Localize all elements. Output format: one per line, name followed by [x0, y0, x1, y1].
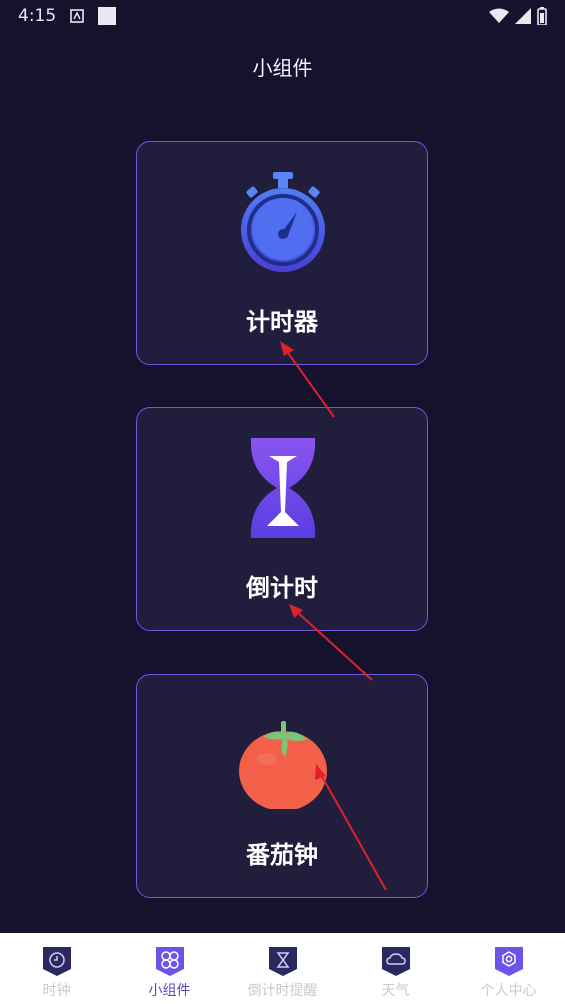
- status-left: 4:15: [18, 6, 117, 26]
- hourglass-icon: [250, 438, 316, 538]
- nav-label-profile: 个人中心: [480, 983, 537, 999]
- nav-item-profile[interactable]: 个人中心: [452, 933, 565, 1004]
- countdown-card[interactable]: 倒计时: [136, 407, 428, 631]
- pomodoro-card[interactable]: 番茄钟: [136, 674, 428, 898]
- stopwatch-icon: [241, 172, 325, 272]
- cloud-icon: [381, 947, 410, 976]
- nav-label-widgets: 小组件: [148, 983, 191, 999]
- battery-icon: [537, 7, 547, 25]
- hourglass-icon: [268, 947, 297, 976]
- bottom-nav: 时钟 小组件 倒计时提醒 天气 个人中心: [0, 933, 565, 1004]
- clock-icon: [42, 947, 71, 976]
- page-title: 小组件: [252, 56, 313, 80]
- nav-item-weather[interactable]: 天气: [339, 933, 452, 1004]
- tomato-icon: [239, 721, 327, 809]
- nav-label-countdown-reminder: 倒计时提醒: [247, 983, 318, 999]
- signal-icon: [515, 8, 531, 24]
- countdown-label: 倒计时: [246, 574, 318, 602]
- status-right: [489, 7, 547, 25]
- app-notification-icon: [98, 7, 117, 25]
- wifi-icon: [489, 8, 509, 23]
- nav-item-countdown-reminder[interactable]: 倒计时提醒: [226, 933, 339, 1004]
- pomodoro-label: 番茄钟: [246, 841, 318, 869]
- stopwatch-card[interactable]: 计时器: [136, 141, 428, 365]
- nav-label-weather: 天气: [381, 983, 410, 999]
- gear-icon: [494, 947, 523, 976]
- widgets-icon: [155, 947, 184, 976]
- notification-icon: [70, 9, 84, 23]
- stopwatch-label: 计时器: [246, 308, 318, 336]
- nav-item-widgets[interactable]: 小组件: [113, 933, 226, 1004]
- status-bar: 4:15: [0, 0, 565, 32]
- status-time: 4:15: [18, 6, 57, 26]
- nav-item-clock[interactable]: 时钟: [0, 933, 113, 1004]
- nav-label-clock: 时钟: [42, 983, 71, 999]
